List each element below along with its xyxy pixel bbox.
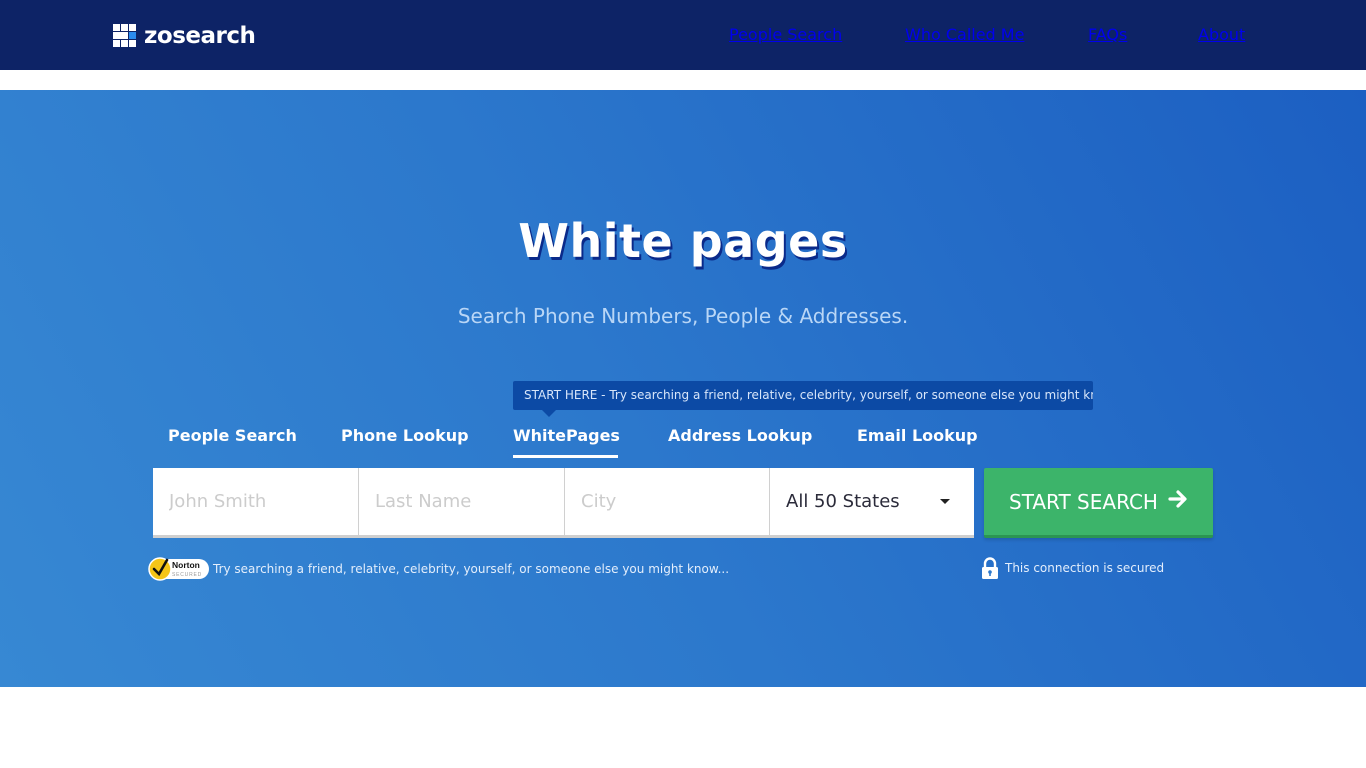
logo[interactable]: zosearch <box>113 23 256 49</box>
first-name-field-wrap <box>153 468 359 535</box>
state-select[interactable]: All 50 States <box>770 468 974 535</box>
first-name-input[interactable] <box>153 468 358 535</box>
search-hint-text: Try searching a friend, relative, celebr… <box>213 562 730 576</box>
logo-text: zosearch <box>144 23 256 49</box>
tab-phone-lookup[interactable]: Phone Lookup <box>341 425 469 447</box>
last-name-input[interactable] <box>359 468 564 535</box>
start-search-button[interactable]: START SEARCH <box>984 468 1213 538</box>
nav-about[interactable]: About <box>1198 25 1245 45</box>
city-field-wrap <box>565 468 770 535</box>
page-subtitle: Search Phone Numbers, People & Addresses… <box>457 304 909 328</box>
hero-section: White pages Search Phone Numbers, People… <box>0 90 1366 687</box>
tab-whitepages[interactable]: WhitePages <box>513 425 620 447</box>
last-name-field-wrap <box>359 468 565 535</box>
tooltip-arrow <box>542 410 556 417</box>
norton-secured-label: SECURED <box>172 572 202 578</box>
lock-icon <box>981 557 999 579</box>
state-select-value: All 50 States <box>786 491 900 512</box>
page-title: White pages <box>518 214 848 268</box>
tab-email-lookup[interactable]: Email Lookup <box>857 425 978 447</box>
search-form: All 50 States <box>153 468 974 538</box>
logo-grid-icon <box>113 23 137 48</box>
norton-secured-badge: Norton SECURED <box>148 555 210 583</box>
site-header: zosearch People Search Who Called Me FAQ… <box>0 0 1366 70</box>
tab-people-search[interactable]: People Search <box>168 425 297 447</box>
nav-who-called-me[interactable]: Who Called Me <box>905 25 1024 45</box>
connection-secured-text: This connection is secured <box>1005 561 1165 575</box>
tab-address-lookup[interactable]: Address Lookup <box>668 425 812 447</box>
active-tab-indicator <box>513 455 618 458</box>
start-search-label: START SEARCH <box>1009 489 1158 514</box>
arrow-right-icon <box>1168 489 1188 514</box>
nav-people-search[interactable]: People Search <box>729 25 842 45</box>
caret-down-icon <box>940 499 950 504</box>
norton-label: Norton <box>172 560 200 570</box>
nav-faqs[interactable]: FAQs <box>1088 25 1127 45</box>
city-input[interactable] <box>565 468 769 535</box>
start-here-tooltip: START HERE - Try searching a friend, rel… <box>513 381 1093 410</box>
